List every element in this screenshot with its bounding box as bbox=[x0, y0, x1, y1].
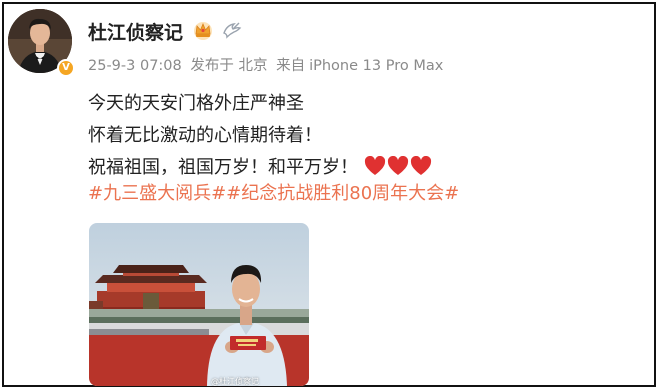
post-device[interactable]: iPhone 13 Pro Max bbox=[309, 58, 443, 74]
heart-icon bbox=[387, 155, 409, 175]
heart-icon bbox=[364, 155, 386, 175]
hashtags: #九三盛大阅兵##纪念抗战胜利80周年大会# bbox=[88, 179, 459, 205]
verified-badge-icon: V bbox=[57, 59, 75, 77]
post-meta: 25-9-3 07:08 发布于 北京 来自 iPhone 13 Pro Max bbox=[88, 54, 447, 75]
username[interactable]: 杜江侦察记 bbox=[88, 18, 183, 45]
image-watermark: @杜江侦察记 bbox=[211, 377, 259, 386]
post-text: 今天的天安门格外庄严神圣 怀着无比激动的心情期待着！ 祝福祖国，祖国万岁！和平万… bbox=[88, 88, 433, 187]
heart-icon bbox=[410, 155, 432, 175]
post-location: 发布于 北京 bbox=[190, 58, 268, 74]
post-image[interactable] bbox=[89, 223, 309, 386]
post-date[interactable]: 25-9-3 07:08 bbox=[88, 58, 182, 74]
post-source-prefix: 来自 bbox=[276, 58, 306, 74]
hashtag-link[interactable]: #九三盛大阅兵# bbox=[88, 183, 226, 204]
crown-icon[interactable] bbox=[192, 19, 214, 41]
hashtag-link[interactable]: #纪念抗战胜利80周年大会# bbox=[226, 183, 459, 204]
bird-icon[interactable] bbox=[221, 19, 243, 41]
post-line-text: 祝福祖国，祖国万岁！和平万岁！ bbox=[88, 157, 358, 178]
post-line: 今天的天安门格外庄严神圣 bbox=[88, 93, 304, 114]
post-line: 怀着无比激动的心情期待着！ bbox=[88, 125, 322, 146]
